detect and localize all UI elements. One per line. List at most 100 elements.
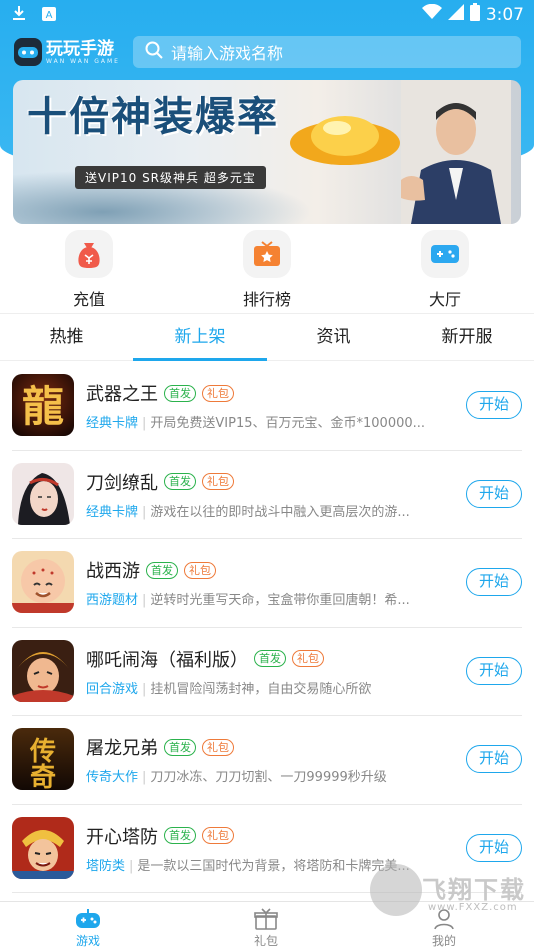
- category-tabs: 热推 新上架 资讯 新开服: [0, 313, 534, 361]
- start-button[interactable]: 开始: [466, 479, 522, 508]
- start-button[interactable]: 开始: [466, 656, 522, 685]
- first-release-badge: 首发: [164, 738, 196, 756]
- first-release-badge: 首发: [164, 827, 196, 844]
- start-button[interactable]: 开始: [466, 833, 522, 862]
- tab-hot[interactable]: 热推: [0, 314, 133, 361]
- logo-gamepad-icon: [14, 38, 42, 66]
- quick-link-recharge[interactable]: 充值: [29, 228, 149, 310]
- spokesperson-image: [401, 80, 511, 224]
- download-icon: [12, 5, 26, 25]
- gift-pack-badge: 礼包: [202, 738, 234, 756]
- game-description: 挂机冒险闯荡封神，自由交易随心所欲: [150, 681, 372, 697]
- svg-text:奇: 奇: [30, 763, 56, 790]
- game-title: 哪吒闹海（福利版）: [86, 649, 248, 671]
- game-description: 是一款以三国时代为背景，将塔防和卡牌完美...: [137, 858, 410, 874]
- logo-subtitle: WAN WAN GAME: [46, 57, 120, 65]
- nav-gifts[interactable]: 礼包: [226, 906, 306, 949]
- money-bag-icon: [65, 230, 113, 278]
- list-item[interactable]: 哪吒闹海（福利版） 首发 礼包 回合游戏 | 挂机冒险闯荡封神，自由交易随心所欲 开…: [0, 628, 534, 716]
- quick-link-label: 大厅: [428, 290, 461, 309]
- list-item[interactable]: 刀剑缭乱 首发 礼包 经典卡牌 | 游戏在以往的即时战斗中融入更高层次的游... 开…: [0, 451, 534, 539]
- game-name-row: 开心塔防 首发 礼包: [86, 823, 234, 849]
- banner-subtitle: 送VIP10 SR级神兵 超多元宝: [75, 166, 266, 189]
- app-screen: A 3:07 玩玩手游 WAN WAN GAME 请输入游戏名称 十倍神装爆率 …: [0, 0, 534, 950]
- quick-link-lobby[interactable]: 大厅: [385, 228, 505, 310]
- watermark: 飞翔下载 www.FXXZ.com: [370, 864, 530, 944]
- legend-calligraphy-icon: 传奇: [12, 728, 74, 790]
- tab-news[interactable]: 资讯: [267, 314, 400, 361]
- list-item[interactable]: 传奇 屠龙兄弟 首发 礼包 传奇大作 | 刀刀冰冻、刀刀切割、一刀99999秒升级 …: [0, 716, 534, 805]
- top-bar: 玩玩手游 WAN WAN GAME 请输入游戏名称: [0, 36, 534, 70]
- banner-title: 十倍神装爆率: [27, 93, 279, 140]
- svg-text:A: A: [46, 10, 53, 21]
- game-description: 刀刀冰冻、刀刀切割、一刀99999秒升级: [150, 770, 387, 785]
- game-meta: 传奇大作 | 刀刀冰冻、刀刀切割、一刀99999秒升级: [86, 770, 387, 785]
- gamepad-icon: [421, 230, 469, 278]
- game-description: 逆转时光重写天命，宝盒带你重回唐朝！希...: [150, 593, 410, 608]
- battery-icon: [469, 3, 480, 26]
- game-description: 开局免费送VIP15、百万元宝、金币*100000...: [150, 416, 426, 431]
- start-button[interactable]: 开始: [466, 391, 522, 419]
- game-meta: 回合游戏 | 挂机冒险闯荡封神，自由交易随心所欲: [86, 681, 372, 697]
- nav-games[interactable]: 游戏: [48, 906, 128, 949]
- status-bar: A 3:07: [0, 0, 534, 28]
- first-release-badge: 首发: [146, 561, 178, 579]
- promo-banner[interactable]: 十倍神装爆率 送VIP10 SR级神兵 超多元宝: [13, 80, 521, 224]
- search-icon: [145, 41, 163, 63]
- start-button[interactable]: 开始: [466, 745, 522, 773]
- ranking-icon: [243, 230, 291, 278]
- watermark-logo-icon: [370, 864, 422, 916]
- svg-text:龍: 龍: [22, 382, 64, 431]
- game-name-row: 武器之王 首发 礼包: [86, 380, 234, 406]
- quick-link-ranking[interactable]: 排行榜: [207, 228, 327, 310]
- start-button[interactable]: 开始: [466, 568, 522, 596]
- gift-icon: [226, 906, 306, 932]
- tab-new-releases[interactable]: 新上架: [133, 314, 267, 361]
- game-category: 回合游戏: [86, 681, 139, 697]
- gift-pack-badge: 礼包: [202, 384, 234, 402]
- game-category: 塔防类: [86, 858, 126, 874]
- list-item[interactable]: 龍 武器之王 首发 礼包 经典卡牌 | 开局免费送VIP15、百万元宝、金币*100…: [0, 362, 534, 451]
- search-placeholder: 请输入游戏名称: [171, 44, 284, 63]
- game-meta: 经典卡牌 | 开局免费送VIP15、百万元宝、金币*100000...: [86, 416, 426, 431]
- game-title: 开心塔防: [86, 826, 158, 848]
- game-name-row: 屠龙兄弟 首发 礼包: [86, 734, 234, 760]
- app-logo: 玩玩手游 WAN WAN GAME: [14, 38, 120, 66]
- search-input[interactable]: 请输入游戏名称: [133, 36, 521, 68]
- game-name-row: 战西游 首发 礼包: [86, 557, 216, 583]
- game-title: 屠龙兄弟: [86, 738, 158, 759]
- clock: 3:07: [485, 4, 524, 25]
- game-category: 西游题材: [86, 593, 139, 608]
- quick-link-label: 排行榜: [242, 290, 291, 309]
- gift-pack-badge: 礼包: [184, 561, 216, 579]
- gift-pack-badge: 礼包: [202, 827, 234, 844]
- game-category: 经典卡牌: [86, 504, 139, 520]
- first-release-badge: 首发: [164, 384, 196, 402]
- warrior-portrait-icon: [12, 816, 74, 879]
- game-category: 经典卡牌: [86, 416, 139, 431]
- game-description: 游戏在以往的即时战斗中融入更高层次的游...: [150, 504, 410, 520]
- watermark-url: www.FXXZ.com: [428, 902, 518, 913]
- bald-monk-portrait-icon: [12, 551, 74, 613]
- gamepad-icon: [48, 906, 128, 932]
- game-meta: 经典卡牌 | 游戏在以往的即时战斗中融入更高层次的游...: [86, 504, 410, 520]
- list-item[interactable]: 战西游 首发 礼包 西游题材 | 逆转时光重写天命，宝盒带你重回唐朝！希... 开始: [0, 539, 534, 628]
- gift-pack-badge: 礼包: [292, 650, 324, 667]
- dragon-calligraphy-icon: 龍: [12, 374, 74, 436]
- game-list: 龍 武器之王 首发 礼包 经典卡牌 | 开局免费送VIP15、百万元宝、金币*100…: [0, 362, 534, 893]
- signal-icon: [447, 4, 464, 25]
- tab-new-servers[interactable]: 新开服: [400, 314, 534, 361]
- wifi-icon: [421, 3, 442, 25]
- notification-a-icon: A: [42, 6, 56, 25]
- first-release-badge: 首发: [254, 650, 286, 667]
- game-title: 刀剑缭乱: [86, 472, 158, 494]
- quick-link-label: 充值: [72, 290, 105, 309]
- game-name-row: 哪吒闹海（福利版） 首发 礼包: [86, 646, 324, 672]
- game-title: 武器之王: [86, 384, 158, 405]
- logo-title: 玩玩手游: [46, 38, 114, 59]
- nezha-portrait-icon: [12, 639, 74, 702]
- game-title: 战西游: [86, 561, 140, 582]
- swordswoman-portrait-icon: [12, 462, 74, 525]
- game-category: 传奇大作: [86, 770, 139, 785]
- gift-pack-badge: 礼包: [202, 473, 234, 490]
